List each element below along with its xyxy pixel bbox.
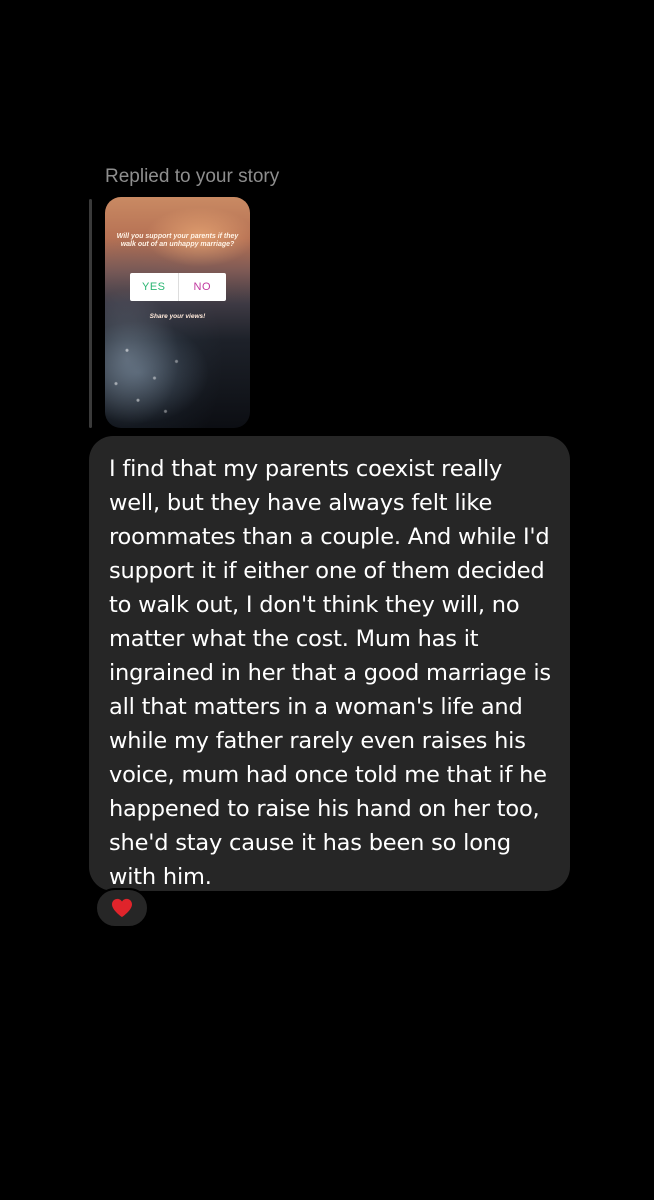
quote-bar <box>89 199 92 428</box>
poll-option-yes: YES <box>130 273 179 301</box>
story-hint: Share your views! <box>149 313 206 320</box>
poll-option-no: NO <box>193 281 211 293</box>
story-question: Will you support your parents if they wa… <box>116 233 239 248</box>
heart-icon <box>112 898 132 918</box>
reply-label: Replied to your story <box>105 166 280 187</box>
message-bubble[interactable]: I find that my parents coexist really we… <box>89 436 570 891</box>
story-poll: YES NO <box>130 273 226 301</box>
message-text: I find that my parents coexist really we… <box>109 456 551 890</box>
reaction-badge[interactable] <box>95 888 149 928</box>
story-thumbnail[interactable]: Will you support your parents if they wa… <box>105 197 250 428</box>
story-wave-sparkle <box>105 317 215 428</box>
